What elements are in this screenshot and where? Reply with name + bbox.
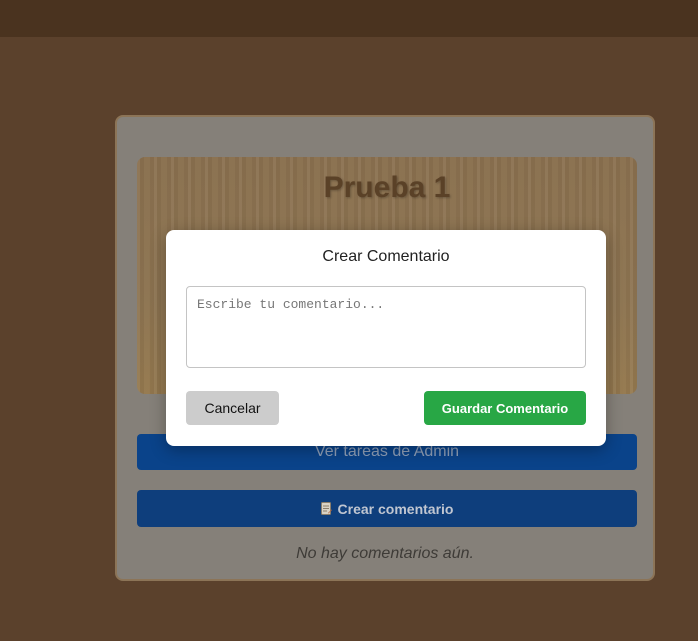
create-comment-label: Crear comentario	[337, 500, 454, 517]
create-comment-modal: Crear Comentario Cancelar Guardar Coment…	[166, 230, 606, 446]
cancel-button[interactable]: Cancelar	[186, 391, 279, 425]
memo-icon	[320, 502, 332, 515]
top-bar	[0, 0, 698, 37]
no-comments-message: No hay comentarios aún.	[296, 545, 474, 562]
modal-title: Crear Comentario	[322, 248, 450, 265]
project-title: Prueba 1	[323, 171, 451, 204]
create-comment-button[interactable]: Crear comentario	[137, 490, 637, 527]
save-comment-button[interactable]: Guardar Comentario	[424, 391, 586, 425]
comment-textarea[interactable]	[186, 286, 586, 368]
